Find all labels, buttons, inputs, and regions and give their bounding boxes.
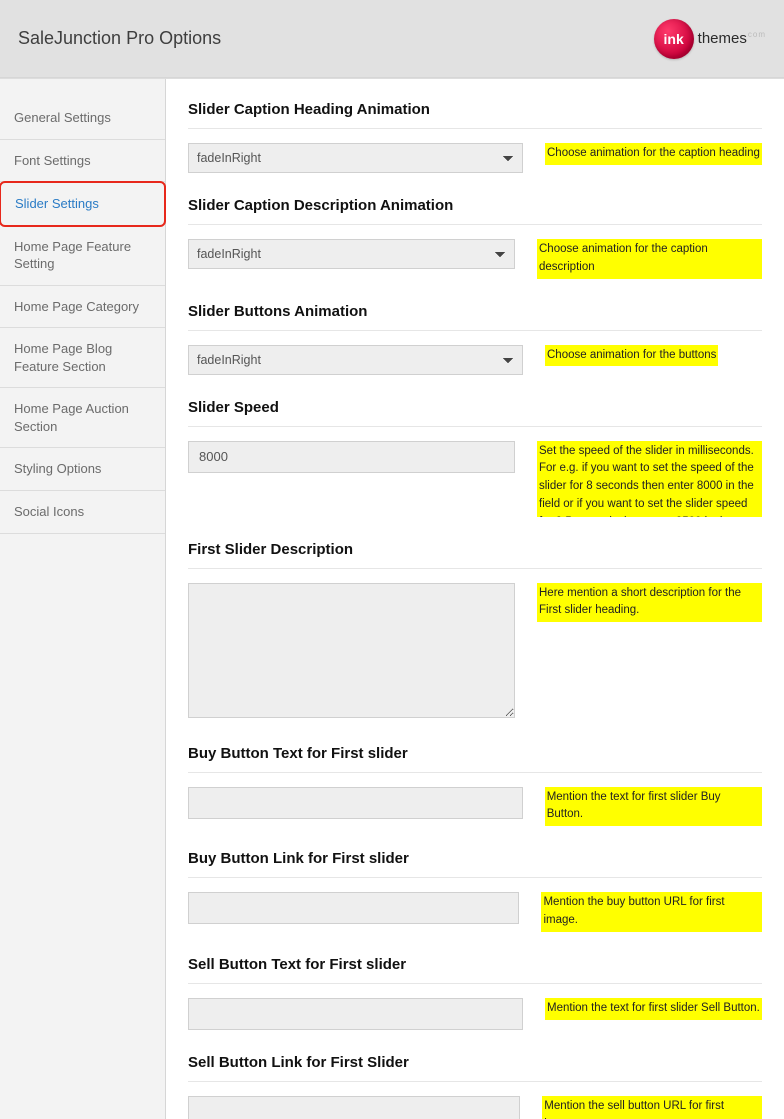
caption-desc-select[interactable]: fadeInRight (188, 239, 515, 269)
help-text: Mention the buy button URL for first ima… (541, 892, 762, 932)
sidebar-item-font[interactable]: Font Settings (0, 140, 165, 183)
main-content: Slider Caption Heading Animation fadeInR… (166, 79, 784, 1119)
help-text: Mention the text for first slider Sell B… (545, 998, 762, 1020)
section-title: Slider Buttons Animation (188, 303, 762, 331)
section-title: Slider Caption Heading Animation (188, 101, 762, 129)
help-text: Set the speed of the slider in milliseco… (537, 441, 762, 517)
section-slider-speed: Slider Speed Set the speed of the slider… (188, 399, 762, 517)
sidebar: General Settings Font Settings Slider Se… (0, 79, 166, 1119)
section-buttons-animation: Slider Buttons Animation fadeInRight Cho… (188, 303, 762, 375)
buy-text-input[interactable] (188, 787, 523, 819)
sell-link-input[interactable] (188, 1096, 520, 1119)
logo-icon: ink (654, 19, 694, 59)
caption-heading-select[interactable]: fadeInRight (188, 143, 523, 173)
section-title: Buy Button Link for First slider (188, 850, 762, 878)
section-buy-button-text: Buy Button Text for First slider Mention… (188, 745, 762, 827)
section-caption-heading-animation: Slider Caption Heading Animation fadeInR… (188, 101, 762, 173)
slider-speed-input[interactable] (188, 441, 515, 473)
help-text: Here mention a short description for the… (537, 583, 762, 623)
sidebar-item-styling[interactable]: Styling Options (0, 448, 165, 491)
help-text: Choose animation for the caption descrip… (537, 239, 762, 279)
sidebar-item-feature[interactable]: Home Page Feature Setting (0, 226, 165, 286)
help-text: Mention the sell button URL for first im… (542, 1096, 762, 1119)
buttons-anim-select[interactable]: fadeInRight (188, 345, 523, 375)
section-title: Slider Speed (188, 399, 762, 427)
help-text: Choose animation for the buttons (545, 345, 718, 367)
section-title: Sell Button Text for First slider (188, 956, 762, 984)
sidebar-item-auction[interactable]: Home Page Auction Section (0, 388, 165, 448)
section-sell-button-link: Sell Button Link for First Slider Mentio… (188, 1054, 762, 1119)
first-desc-textarea[interactable] (188, 583, 515, 718)
sidebar-item-category[interactable]: Home Page Category (0, 286, 165, 329)
brand-logo: ink themescom (654, 19, 766, 59)
section-first-slider-description: First Slider Description Here mention a … (188, 541, 762, 721)
section-caption-description-animation: Slider Caption Description Animation fad… (188, 197, 762, 279)
section-title: First Slider Description (188, 541, 762, 569)
sell-text-input[interactable] (188, 998, 523, 1030)
page-title: SaleJunction Pro Options (18, 28, 221, 49)
sidebar-item-blog[interactable]: Home Page Blog Feature Section (0, 328, 165, 388)
sidebar-item-general[interactable]: General Settings (0, 97, 165, 140)
page-header: SaleJunction Pro Options ink themescom (0, 0, 784, 78)
section-title: Slider Caption Description Animation (188, 197, 762, 225)
section-title: Sell Button Link for First Slider (188, 1054, 762, 1082)
help-text: Mention the text for first slider Buy Bu… (545, 787, 762, 827)
sidebar-item-social[interactable]: Social Icons (0, 491, 165, 534)
section-buy-button-link: Buy Button Link for First slider Mention… (188, 850, 762, 932)
help-text: Choose animation for the caption heading (545, 143, 762, 165)
section-sell-button-text: Sell Button Text for First slider Mentio… (188, 956, 762, 1030)
sidebar-item-slider[interactable]: Slider Settings (0, 181, 166, 227)
buy-link-input[interactable] (188, 892, 519, 924)
section-title: Buy Button Text for First slider (188, 745, 762, 773)
